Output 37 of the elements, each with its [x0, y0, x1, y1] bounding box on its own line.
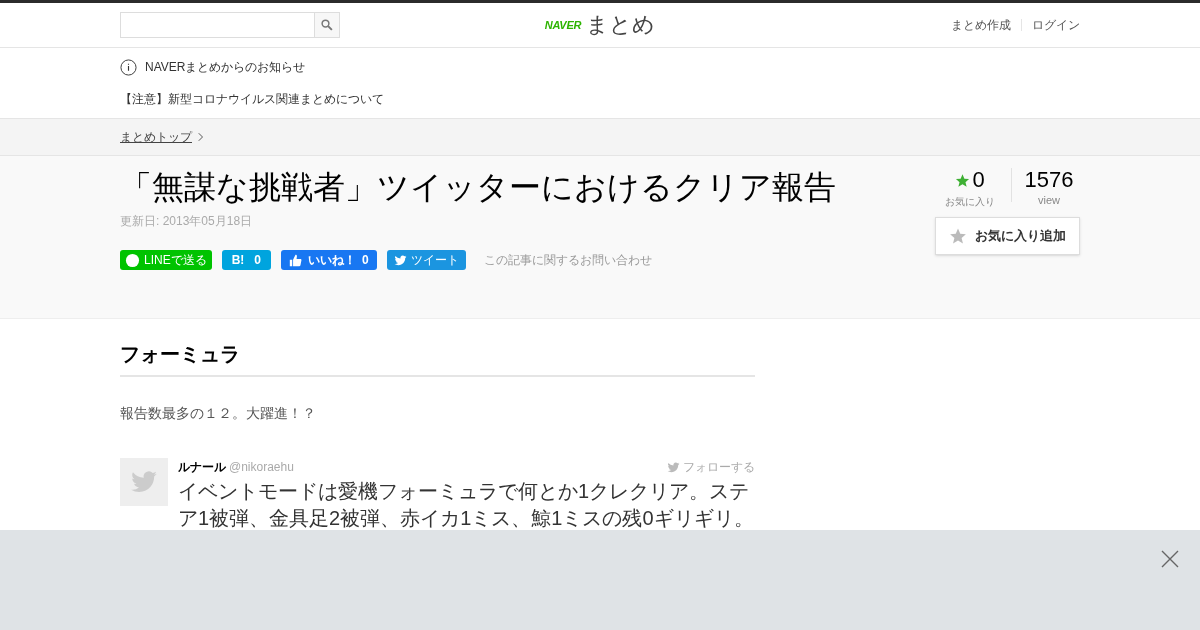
section-text: 報告数最多の１２。大躍進！？: [120, 404, 317, 423]
tweet-handle: @nikoraehu: [229, 459, 294, 476]
favorite-count: 0: [972, 168, 985, 192]
close-icon: [1160, 549, 1180, 569]
view-label: view: [1038, 193, 1060, 208]
notice-link[interactable]: 【注意】新型コロナウイルス関連まとめについて: [120, 90, 1080, 108]
chevron-right-icon: [198, 132, 204, 142]
tweet-text: イベントモードは愛機フォーミュラで何とか1クレクリア。ステア1被弾、金具足2被弾、赤イカ1ミス、鯨1ミスの残0ギリギリ。: [178, 479, 755, 531]
favorite-label: お気に入り: [945, 195, 995, 209]
star-icon: [949, 227, 967, 245]
chat-bubble-icon: [125, 252, 140, 268]
bird-icon: [393, 253, 407, 267]
breadcrumb-link[interactable]: まとめトップ: [120, 128, 192, 146]
view-count: 1576: [1024, 168, 1074, 192]
article-title: 「無謀な挑戦者」ツイッターにおけるクリア報告: [120, 168, 837, 206]
bird-icon: [667, 460, 680, 474]
tweet-button[interactable]: ツイート: [386, 250, 466, 270]
tweet-author: ルナール: [178, 459, 226, 476]
line-share-button[interactable]: LINEで送る: [120, 250, 212, 270]
search-button[interactable]: [314, 13, 339, 37]
hatena-bookmark-button[interactable]: B! 0: [221, 250, 272, 270]
logo-brand: NAVER: [544, 17, 582, 33]
follow-link[interactable]: フォローする: [667, 458, 755, 476]
contact-link[interactable]: この記事に関するお問い合わせ: [483, 251, 652, 269]
info-icon: [120, 58, 137, 76]
logo-title: まとめ: [586, 14, 656, 36]
like-button[interactable]: いいね！ 0: [281, 250, 377, 270]
section-heading: フォーミュラ: [120, 339, 755, 377]
thumbs-up-icon: [289, 253, 303, 267]
search-field[interactable]: [120, 12, 340, 38]
header-link[interactable]: ログイン: [1032, 16, 1080, 34]
header-link[interactable]: まとめ作成: [951, 16, 1011, 34]
notice-title: NAVERまとめからのお知らせ: [145, 59, 306, 76]
star-icon: [955, 172, 971, 188]
search-icon: [321, 19, 333, 31]
updated-date: 更新日: 2013年05月18日: [120, 213, 254, 230]
add-favorite-button[interactable]: お気に入り追加: [935, 217, 1080, 255]
